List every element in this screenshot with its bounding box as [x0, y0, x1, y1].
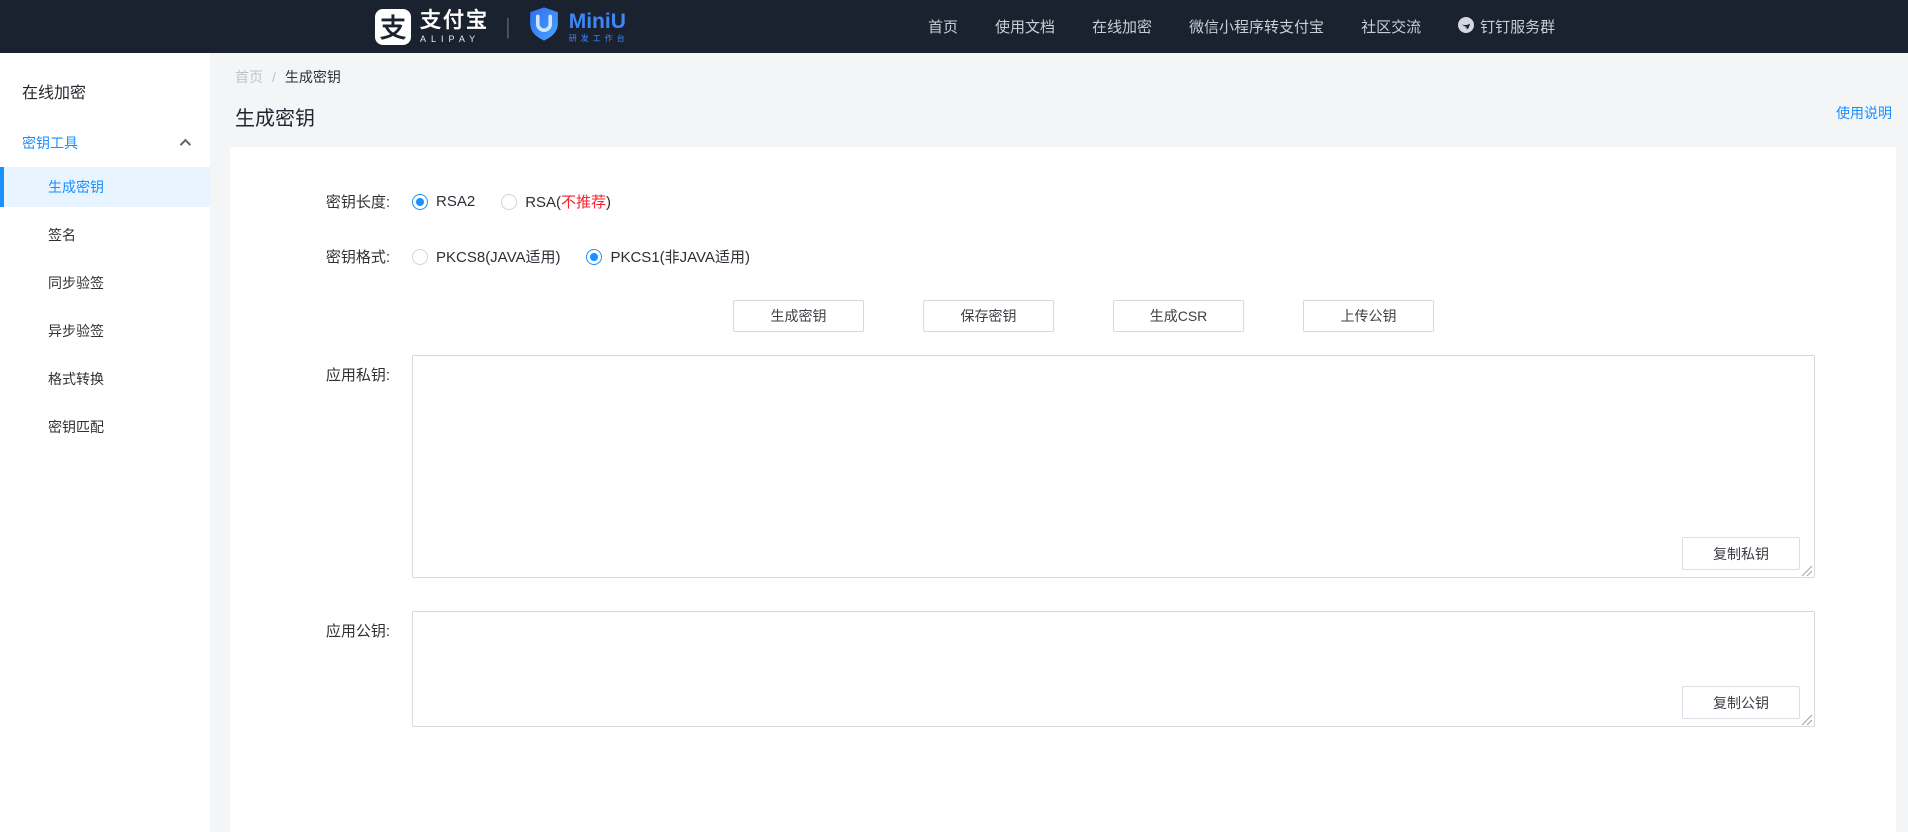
miniu-logo: MiniU 研发工作台 — [527, 6, 629, 47]
brand-logos: 支 支付宝 ALIPAY | MiniU 研发工 — [375, 0, 629, 53]
alipay-subtitle: ALIPAY — [420, 35, 489, 44]
radio-selected-icon[interactable] — [412, 194, 428, 210]
sidebar-item-generate-key[interactable]: 生成密钥 — [0, 167, 210, 207]
nav-item-label: 微信小程序转支付宝 — [1189, 16, 1324, 37]
nav-item-label: 社区交流 — [1361, 16, 1421, 37]
alipay-logo-text: 支付宝 ALIPAY — [420, 10, 489, 44]
generate-csr-button[interactable]: 生成CSR — [1113, 300, 1244, 332]
breadcrumb-separator: / — [272, 69, 276, 85]
brand-divider: | — [505, 14, 511, 40]
top-navbar: 支 支付宝 ALIPAY | MiniU 研发工 — [0, 0, 1908, 53]
miniu-subtitle: 研发工作台 — [569, 35, 629, 43]
radio-option-pkcs1[interactable]: PKCS1(非JAVA适用) — [586, 246, 749, 267]
radio-unselected-icon[interactable] — [412, 249, 428, 265]
breadcrumb: 首页 / 生成密钥 — [235, 67, 341, 87]
key-format-row: 密钥格式: PKCS8(JAVA适用) PKCS1(非JAVA适用) — [230, 246, 776, 267]
sidebar-title: 在线加密 — [0, 53, 210, 103]
radio-label: PKCS1(非JAVA适用) — [610, 246, 749, 267]
radio-label: PKCS8(JAVA适用) — [436, 246, 560, 267]
upload-public-key-button[interactable]: 上传公钥 — [1303, 300, 1434, 332]
generate-key-button[interactable]: 生成密钥 — [733, 300, 864, 332]
radio-option-rsa2[interactable]: RSA2 — [412, 193, 475, 210]
sidebar-item-label: 密钥匹配 — [48, 417, 104, 437]
private-key-textarea[interactable] — [412, 355, 1815, 578]
sidebar-item-sign[interactable]: 签名 — [0, 215, 210, 255]
sidebar-group-label: 密钥工具 — [22, 133, 78, 153]
public-key-area: 复制公钥 — [412, 611, 1815, 727]
radio-selected-icon[interactable] — [586, 249, 602, 265]
public-key-textarea[interactable] — [412, 611, 1815, 727]
nav-item-label: 钉钉服务群 — [1480, 16, 1555, 37]
nav-item-label: 使用文档 — [995, 16, 1055, 37]
sidebar-item-label: 格式转换 — [48, 369, 104, 389]
nav-item-docs[interactable]: 使用文档 — [995, 16, 1055, 37]
save-key-button[interactable]: 保存密钥 — [923, 300, 1054, 332]
nav-item-community[interactable]: 社区交流 — [1361, 16, 1421, 37]
nav-item-dingtalk-group[interactable]: 钉钉服务群 — [1458, 16, 1555, 37]
nav-item-label: 在线加密 — [1092, 16, 1152, 37]
alipay-logo-icon: 支 — [375, 9, 411, 45]
not-recommended-warning: 不推荐 — [561, 194, 606, 211]
private-key-label: 应用私钥: — [230, 364, 390, 385]
sidebar-item-async-verify[interactable]: 异步验签 — [0, 311, 210, 351]
nav-item-home[interactable]: 首页 — [928, 16, 958, 37]
copy-private-key-button[interactable]: 复制私钥 — [1682, 537, 1800, 570]
sidebar-item-key-match[interactable]: 密钥匹配 — [0, 407, 210, 447]
sidebar-group-key-tools[interactable]: 密钥工具 — [0, 133, 210, 153]
radio-option-rsa[interactable]: RSA(不推荐) — [501, 191, 611, 212]
sidebar-item-label: 同步验签 — [48, 273, 104, 293]
key-length-row: 密钥长度: RSA2 RSA(不推荐) — [230, 191, 637, 212]
sidebar-item-label: 签名 — [48, 225, 76, 245]
sidebar-item-format-convert[interactable]: 格式转换 — [0, 359, 210, 399]
alipay-logo-char: 支 — [380, 8, 406, 45]
page-title: 生成密钥 — [235, 102, 315, 131]
radio-option-pkcs8[interactable]: PKCS8(JAVA适用) — [412, 246, 560, 267]
nav-item-online-encrypt[interactable]: 在线加密 — [1092, 16, 1152, 37]
private-key-area: 复制私钥 — [412, 355, 1815, 578]
sidebar-item-label: 异步验签 — [48, 321, 104, 341]
key-length-label: 密钥长度: — [230, 191, 390, 212]
copy-public-key-button[interactable]: 复制公钥 — [1682, 686, 1800, 719]
public-key-label: 应用公钥: — [230, 620, 390, 641]
nav-item-wechat-to-alipay[interactable]: 微信小程序转支付宝 — [1189, 16, 1324, 37]
action-buttons-row: 生成密钥 保存密钥 生成CSR 上传公钥 — [733, 300, 1434, 332]
alipay-name: 支付宝 — [420, 10, 489, 31]
dingtalk-icon — [1458, 17, 1474, 37]
radio-unselected-icon[interactable] — [501, 194, 517, 210]
sidebar-menu: 生成密钥 签名 同步验签 异步验签 格式转换 密钥匹配 — [0, 167, 210, 447]
nav-item-label: 首页 — [928, 16, 958, 37]
chevron-up-icon — [180, 139, 191, 150]
radio-label: RSA2 — [436, 193, 475, 210]
breadcrumb-current: 生成密钥 — [285, 67, 341, 87]
nav-menu: 首页 使用文档 在线加密 微信小程序转支付宝 社区交流 钉钉服务群 — [928, 0, 1555, 53]
sidebar-item-label: 生成密钥 — [48, 177, 104, 197]
sidebar-item-sync-verify[interactable]: 同步验签 — [0, 263, 210, 303]
content-card: 密钥长度: RSA2 RSA(不推荐) 密钥格式: PKCS8(JAVA适用) … — [230, 147, 1896, 832]
breadcrumb-home[interactable]: 首页 — [235, 67, 263, 87]
radio-label: RSA(不推荐) — [525, 191, 611, 212]
miniu-shield-icon — [527, 6, 561, 47]
sidebar: 在线加密 密钥工具 生成密钥 签名 同步验签 异步验签 格式转换 密钥匹配 — [0, 53, 210, 832]
miniu-name: MiniU — [569, 11, 629, 32]
key-format-label: 密钥格式: — [230, 246, 390, 267]
usage-help-link[interactable]: 使用说明 — [1836, 103, 1892, 123]
